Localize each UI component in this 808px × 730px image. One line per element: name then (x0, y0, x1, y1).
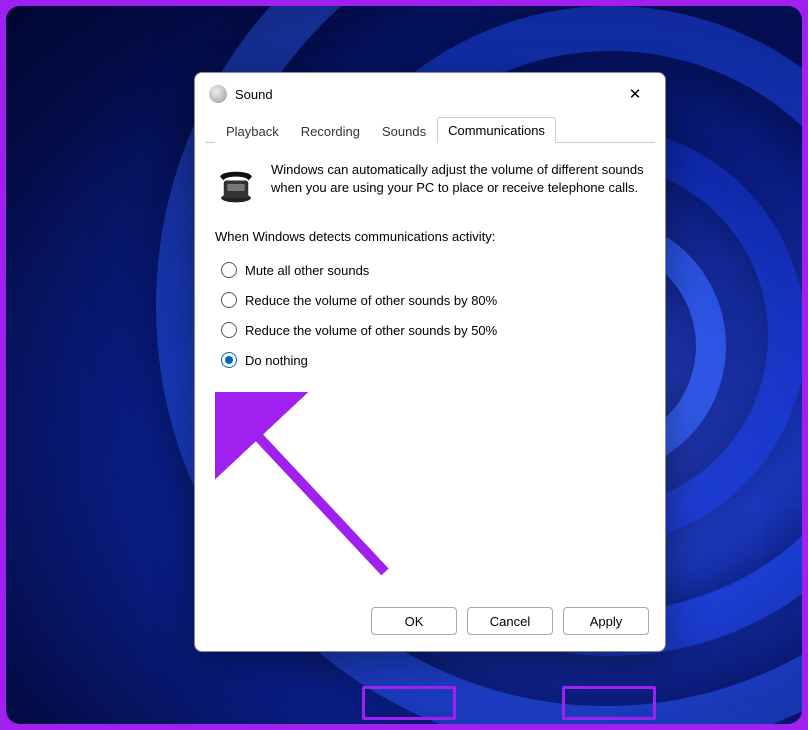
sound-dialog: Sound ✕ Playback Recording Sounds Commun… (194, 72, 666, 652)
tab-playback[interactable]: Playback (215, 118, 290, 143)
sound-applet-icon (209, 85, 227, 103)
window-title: Sound (235, 87, 613, 102)
radio-icon (221, 352, 237, 368)
radio-icon (221, 262, 237, 278)
communications-panel: Windows can automatically adjust the vol… (195, 143, 665, 597)
option-label: Mute all other sounds (245, 263, 369, 278)
cancel-button[interactable]: Cancel (467, 607, 553, 635)
intro-row: Windows can automatically adjust the vol… (215, 161, 645, 205)
titlebar[interactable]: Sound ✕ (195, 73, 665, 115)
radio-icon (221, 322, 237, 338)
ok-button[interactable]: OK (371, 607, 457, 635)
option-reduce-50[interactable]: Reduce the volume of other sounds by 50% (221, 322, 645, 338)
tab-communications[interactable]: Communications (437, 117, 556, 143)
prompt-text: When Windows detects communications acti… (215, 229, 645, 244)
close-button[interactable]: ✕ (613, 79, 657, 109)
tab-sounds[interactable]: Sounds (371, 118, 437, 143)
apply-button[interactable]: Apply (563, 607, 649, 635)
close-icon: ✕ (629, 87, 642, 102)
option-label: Reduce the volume of other sounds by 50% (245, 323, 497, 338)
option-do-nothing[interactable]: Do nothing (221, 352, 645, 368)
option-label: Reduce the volume of other sounds by 80% (245, 293, 497, 308)
options-group: Mute all other sounds Reduce the volume … (221, 262, 645, 368)
tab-recording[interactable]: Recording (290, 118, 371, 143)
intro-text: Windows can automatically adjust the vol… (271, 161, 645, 205)
option-mute-all[interactable]: Mute all other sounds (221, 262, 645, 278)
dialog-buttons: OK Cancel Apply (195, 597, 665, 651)
radio-icon (221, 292, 237, 308)
tab-strip: Playback Recording Sounds Communications (205, 115, 655, 143)
option-reduce-80[interactable]: Reduce the volume of other sounds by 80% (221, 292, 645, 308)
option-label: Do nothing (245, 353, 308, 368)
telephone-icon (215, 163, 257, 205)
